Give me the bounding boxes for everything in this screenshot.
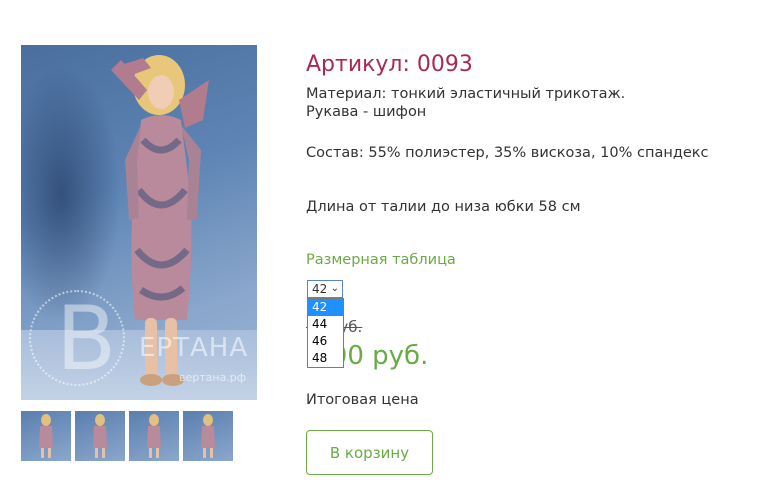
size-option-48[interactable]: 48 [308, 350, 343, 367]
sleeves-text: Рукава - шифон [306, 104, 427, 120]
material-text: Материал: тонкий эластичный трикотаж. [306, 86, 626, 102]
add-to-cart-button[interactable]: В корзину [306, 430, 433, 475]
thumbnail-strip [21, 411, 236, 461]
chevron-down-icon: ⌄ [330, 283, 339, 294]
watermark-url: вертана.рф [179, 371, 247, 384]
composition-text: Состав: 55% полиэстер, 35% вискоза, 10% … [306, 145, 709, 161]
watermark-logo-letter: В [56, 287, 117, 390]
size-option-44[interactable]: 44 [308, 316, 343, 333]
watermark-logo-text: ЕРТАНА [139, 333, 249, 363]
thumbnail-3[interactable] [129, 411, 179, 461]
product-main-image[interactable]: В ЕРТАНА вертана.рф [21, 45, 257, 400]
size-option-42[interactable]: 42 [308, 299, 343, 316]
thumbnail-1[interactable] [21, 411, 71, 461]
size-select-value: 42 [312, 282, 328, 296]
size-table-link[interactable]: Размерная таблица [306, 252, 456, 268]
length-text: Длина от талии до низа юбки 58 см [306, 199, 581, 215]
thumbnail-2[interactable] [75, 411, 125, 461]
product-title: Артикул: 0093 [306, 52, 473, 77]
thumbnail-4[interactable] [183, 411, 233, 461]
size-dropdown-list: 42 44 46 48 [307, 298, 344, 368]
size-select[interactable]: 42 ⌄ [307, 280, 343, 298]
size-option-46[interactable]: 46 [308, 333, 343, 350]
total-price-label: Итоговая цена [306, 392, 419, 408]
